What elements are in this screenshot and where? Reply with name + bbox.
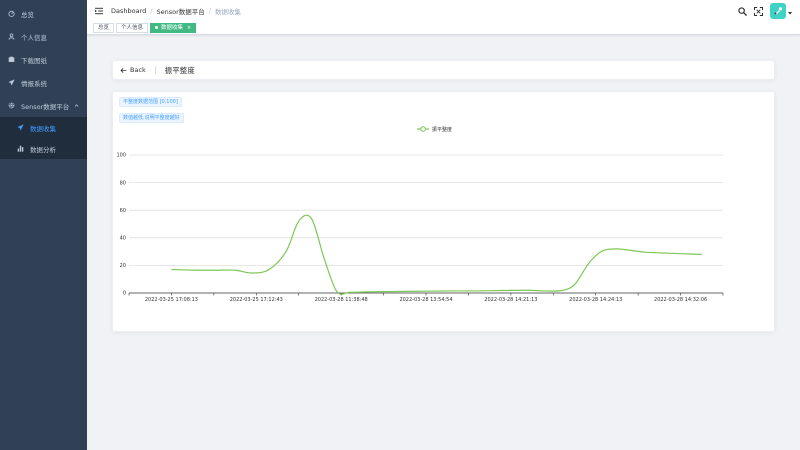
y-tick-label: 80 [120, 180, 126, 186]
sidebar-item-label: 情报系统 [21, 79, 47, 88]
arrow-left-icon [120, 67, 127, 73]
tags-view: 总览 个人信息 数据收集 × [87, 21, 800, 35]
breadcrumb: Dashboard / Sensor数据平台 / 数据收集 [111, 6, 241, 16]
line-chart: 0 20 40 60 80 100 2022-03-25 17:08:13 2022-03-2… [116, 126, 724, 303]
sidebar-item-profile[interactable]: 个人信息 [0, 25, 87, 48]
page-header: Back 振平整度 [112, 60, 775, 80]
back-button[interactable]: Back [120, 66, 146, 74]
sidebar-submenu-label: Sensor数据平台 [21, 102, 70, 111]
search-icon[interactable] [738, 6, 747, 16]
breadcrumb-item-dashboard[interactable]: Dashboard [111, 7, 146, 15]
gear-icon [7, 102, 15, 110]
close-icon[interactable]: × [187, 24, 191, 32]
sidebar-item-overview[interactable]: 总览 [0, 2, 87, 25]
sidebar-item-label: 个人信息 [21, 33, 47, 42]
y-tick-label: 40 [120, 236, 126, 242]
sidebar-item-download[interactable]: 下载图纸 [0, 48, 87, 71]
right-menu [738, 3, 792, 19]
bar-chart-icon [16, 145, 24, 153]
download-icon [7, 56, 15, 64]
page-title: 振平整度 [164, 65, 195, 75]
back-label: Back [130, 66, 146, 74]
tag-profile[interactable]: 个人信息 [116, 22, 149, 33]
x-tick-label: 2022-03-25 17:12:43 [230, 297, 283, 303]
tag-overview[interactable]: 总览 [93, 22, 115, 33]
y-tick-label: 0 [123, 291, 126, 297]
x-tick-label: 2022-03-25 17:08:13 [145, 297, 198, 303]
legend-label: 振平整度 [432, 126, 452, 133]
sidebar-item-label: 下载图纸 [21, 56, 47, 65]
tag-data-collect[interactable]: 数据收集 × [150, 22, 197, 33]
legend-marker [420, 126, 426, 132]
navbar: Dashboard / Sensor数据平台 / 数据收集 [87, 0, 800, 21]
y-tick-label: 20 [120, 263, 126, 269]
send-icon [16, 124, 24, 132]
x-tick-label: 2022-03-28 14:24:13 [569, 297, 622, 303]
sidebar-item-label: 总览 [21, 10, 34, 19]
y-tick-label: 60 [120, 208, 126, 214]
x-tick-label: 2022-03-28 13:54:54 [399, 297, 452, 303]
sidebar-item-data-analysis[interactable]: 数据分析 [0, 138, 87, 159]
sidebar-item-label: 数据分析 [30, 145, 56, 154]
dashboard-icon [7, 10, 15, 18]
breadcrumb-item-sensor[interactable]: Sensor数据平台 [156, 6, 204, 16]
active-dot [155, 26, 159, 29]
sidebar-item-intel[interactable]: 情报系统 [0, 71, 87, 94]
sidebar-item-data-collect[interactable]: 数据收集 [0, 117, 87, 138]
avatar[interactable] [770, 3, 786, 19]
fullscreen-icon[interactable] [754, 6, 763, 16]
x-tick-label: 2022-03-28 11:38:48 [315, 297, 368, 303]
hamburger-icon[interactable] [94, 6, 103, 15]
series-line [171, 214, 702, 295]
x-tick-label: 2022-03-28 14:32:06 [654, 297, 707, 303]
user-icon [7, 33, 15, 41]
divider [154, 66, 156, 74]
caret-down-icon[interactable] [788, 9, 792, 15]
chevron-up-icon [74, 102, 79, 110]
y-tick-label: 100 [116, 153, 126, 159]
sidebar: 总览 个人信息 下载图纸 情报系统 Sensor数据平台 数据收集 数据分析 [0, 0, 87, 450]
breadcrumb-separator: / [208, 6, 211, 15]
send-icon [7, 79, 15, 87]
chart-card: 平整度数据范围 [0,100] 数值越低,说明平整度越好 0 20 40 60 80 10… [112, 91, 775, 332]
breadcrumb-separator: / [150, 6, 153, 15]
x-tick-label: 2022-03-28 14:21:13 [484, 297, 537, 303]
breadcrumb-item-current: 数据收集 [214, 7, 241, 16]
sidebar-item-label: 数据收集 [30, 124, 56, 133]
sidebar-submenu-sensor[interactable]: Sensor数据平台 [0, 94, 87, 117]
tag-label: 数据收集 [161, 24, 184, 31]
